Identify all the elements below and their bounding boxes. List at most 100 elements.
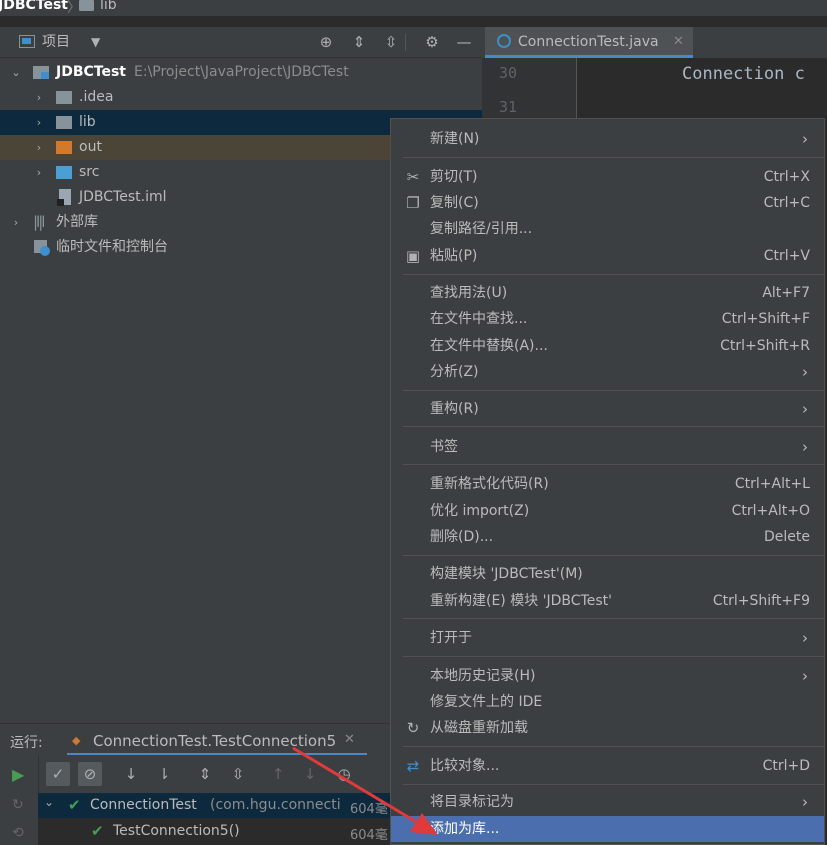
- chevron-right-icon[interactable]: ›: [33, 135, 45, 160]
- menu-item-find-in-files[interactable]: 在文件中查找... Ctrl+Shift+F: [391, 306, 824, 332]
- menu-item-label: 重新格式化代码(R): [430, 476, 549, 492]
- scissors-icon: ✂: [406, 168, 420, 186]
- java-class-icon: [497, 34, 511, 48]
- menu-item-paste[interactable]: ▣ 粘贴(P) Ctrl+V: [391, 243, 824, 269]
- menu-item-open-in[interactable]: 打开于 ›: [391, 625, 824, 651]
- tree-item-label: lib: [79, 114, 96, 130]
- menu-separator: [403, 555, 824, 556]
- tree-root-label: JDBCTest: [56, 64, 126, 80]
- toggle-autotest-icon[interactable]: ⟲: [12, 825, 24, 841]
- locate-icon[interactable]: ⊕: [314, 30, 338, 54]
- menu-item-reload-from-disk[interactable]: ↻ 从磁盘重新加载: [391, 715, 824, 741]
- menu-item-label: 从磁盘重新加载: [430, 720, 528, 736]
- chevron-right-icon: ›: [802, 400, 808, 418]
- menu-item-refactor[interactable]: 重构(R) ›: [391, 396, 824, 422]
- sort-duration-icon[interactable]: ⇂: [152, 762, 176, 786]
- menu-item-optimize-imports[interactable]: 优化 import(Z) Ctrl+Alt+O: [391, 498, 824, 524]
- hide-icon[interactable]: —: [452, 30, 476, 54]
- chevron-right-icon[interactable]: ›: [33, 160, 45, 185]
- menu-item-copy[interactable]: ❐ 复制(C) Ctrl+C: [391, 190, 824, 216]
- menu-item-shortcut: Ctrl+Shift+R: [720, 338, 810, 354]
- menu-item-analyze[interactable]: 分析(Z) ›: [391, 359, 824, 385]
- chevron-down-icon[interactable]: ⌄: [44, 795, 54, 809]
- menu-item-label: 书签: [430, 439, 458, 455]
- menu-item-shortcut: Alt+F7: [762, 285, 810, 301]
- menu-item-label: 分析(Z): [430, 364, 479, 380]
- tree-item-label: 外部库: [56, 214, 98, 230]
- menu-item-repair-ide[interactable]: 修复文件上的 IDE: [391, 689, 824, 715]
- chevron-right-icon[interactable]: ›: [33, 85, 45, 110]
- menu-separator: [403, 390, 824, 391]
- tree-item-idea[interactable]: › .idea: [0, 85, 482, 110]
- gear-icon[interactable]: ⚙: [420, 30, 444, 54]
- menu-item-add-as-library[interactable]: 添加为库...: [391, 816, 824, 842]
- copy-icon: ❐: [406, 194, 420, 212]
- menu-item-build-module[interactable]: 构建模块 'JDBCTest'(M): [391, 561, 824, 587]
- arrow-line: [292, 746, 419, 825]
- menu-item-shortcut: Ctrl+C: [763, 195, 810, 211]
- project-panel-header: 项目 ▼ ⊕ ⇕ ⇳ ⚙ —: [0, 27, 482, 58]
- menu-item-label: 打开于: [430, 630, 472, 646]
- menu-item-cut[interactable]: ✂ 剪切(T) Ctrl+X: [391, 164, 824, 190]
- menu-item-rebuild-module[interactable]: 重新构建(E) 模块 'JDBCTest' Ctrl+Shift+F9: [391, 588, 824, 614]
- check-icon: ✔: [68, 796, 81, 814]
- tree-root-path: E:\Project\JavaProject\JDBCTest: [134, 64, 349, 80]
- rerun-failed-icon[interactable]: ↻: [12, 797, 24, 813]
- menu-item-label: 重构(R): [430, 401, 479, 417]
- sort-alpha-icon[interactable]: ↓: [119, 762, 143, 786]
- menu-item-new[interactable]: 新建(N) ›: [391, 126, 824, 152]
- check-icon: ✔: [91, 822, 104, 840]
- menu-item-label: 新建(N): [430, 131, 480, 147]
- previous-failed-icon[interactable]: ↑: [266, 762, 290, 786]
- expand-all-icon[interactable]: ⇕: [347, 30, 371, 54]
- menu-item-label: 优化 import(Z): [430, 503, 530, 519]
- menu-separator: [403, 426, 824, 427]
- toolbar-divider: [405, 34, 406, 51]
- chevron-right-icon[interactable]: ›: [33, 110, 45, 135]
- editor-gutter: 30 31: [482, 58, 577, 120]
- project-view-label[interactable]: 项目: [42, 31, 70, 53]
- menu-item-replace-in-files[interactable]: 在文件中替换(A)... Ctrl+Shift+R: [391, 333, 824, 359]
- collapse-all-icon[interactable]: ⇳: [379, 30, 403, 54]
- menu-item-mark-directory-as[interactable]: 将目录标记为 ›: [391, 789, 824, 815]
- editor-tab-bar: ConnectionTest.java ✕: [482, 27, 827, 59]
- folder-icon: [56, 116, 72, 129]
- menu-item-label: 重新构建(E) 模块 'JDBCTest': [430, 593, 612, 609]
- menu-item-shortcut: Ctrl+Alt+O: [731, 503, 810, 519]
- rerun-icon[interactable]: ▶: [12, 765, 24, 784]
- chevron-right-icon: ›: [802, 363, 808, 381]
- close-icon[interactable]: ✕: [673, 31, 684, 53]
- chevron-right-icon: ›: [802, 629, 808, 647]
- menu-item-label: 在文件中查找...: [430, 311, 528, 327]
- menu-item-copy-path[interactable]: 复制路径/引用...: [391, 216, 824, 242]
- chevron-right-icon[interactable]: ›: [10, 210, 22, 235]
- tab-label: ConnectionTest.java: [518, 34, 659, 50]
- annotation-arrow: [292, 746, 438, 835]
- code-line-30: Connection c: [682, 64, 805, 84]
- chevron-down-icon[interactable]: ⌄: [10, 60, 22, 85]
- show-passed-icon[interactable]: ✓: [46, 762, 70, 786]
- menu-item-shortcut: Ctrl+V: [763, 248, 810, 264]
- breadcrumb-project[interactable]: JDBCTest: [0, 0, 68, 13]
- menu-separator: [403, 157, 824, 158]
- tree-root[interactable]: ⌄ JDBCTest E:\Project\JavaProject\JDBCTe…: [0, 60, 482, 85]
- menu-item-local-history[interactable]: 本地历史记录(H) ›: [391, 663, 824, 689]
- show-ignored-icon[interactable]: ⊘: [78, 762, 102, 786]
- tab-connectiontest[interactable]: ConnectionTest.java ✕: [485, 27, 693, 58]
- menu-item-compare-with[interactable]: ⇄ 比较对象... Ctrl+D: [391, 753, 824, 779]
- breadcrumb-folder[interactable]: lib: [100, 0, 117, 13]
- menu-item-label: 复制路径/引用...: [430, 221, 533, 237]
- context-menu: 新建(N) › ✂ 剪切(T) Ctrl+X ❐ 复制(C) Ctrl+C 复制路径/引用…: [390, 118, 825, 845]
- menu-item-find-usages[interactable]: 查找用法(U) Alt+F7: [391, 280, 824, 306]
- collapse-all-icon[interactable]: ⇳: [226, 762, 250, 786]
- tree-item-label: src: [79, 164, 100, 180]
- chevron-right-icon: ›: [802, 438, 808, 456]
- folder-icon: [56, 91, 72, 104]
- menu-item-delete[interactable]: 删除(D)... Delete: [391, 524, 824, 550]
- menu-item-reformat-code[interactable]: 重新格式化代码(R) Ctrl+Alt+L: [391, 471, 824, 497]
- chevron-down-icon[interactable]: ▼: [91, 31, 100, 53]
- menu-item-label: 复制(C): [430, 195, 479, 211]
- module-folder-icon: [33, 66, 49, 79]
- expand-all-icon[interactable]: ⇕: [193, 762, 217, 786]
- menu-item-bookmarks[interactable]: 书签 ›: [391, 434, 824, 460]
